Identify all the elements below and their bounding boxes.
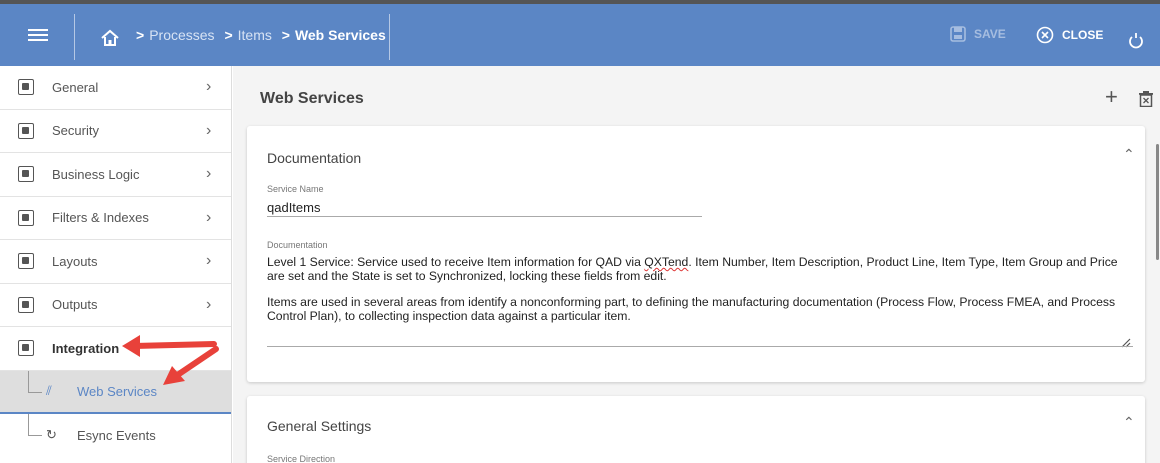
sidebar-item-label: Integration	[52, 340, 120, 356]
documentation-label: Documentation	[267, 240, 328, 250]
sidebar-subitem-label: Esync Events	[77, 427, 156, 443]
main-content: Web Services + Documentation ⌃ Service N…	[233, 66, 1160, 463]
documentation-textarea[interactable]: Level 1 Service: Service used to receive…	[267, 255, 1137, 336]
save-button[interactable]: SAVE	[950, 26, 1006, 42]
chevron-right-icon: ›	[206, 295, 212, 313]
gear-folder-icon	[18, 79, 34, 96]
doc-paragraph-1-prefix: Level 1 Service: Service used to receive…	[267, 255, 645, 269]
close-circle-icon	[1036, 26, 1054, 44]
sidebar-subitem-web-services[interactable]: ⫽ Web Services	[0, 370, 231, 414]
sidebar-item-integration[interactable]: Integration	[0, 327, 231, 371]
page-title: Web Services	[260, 90, 364, 107]
breadcrumb: > Processes > Items > Web Services	[136, 27, 386, 43]
tree-connector	[28, 413, 42, 436]
service-name-field[interactable]: qadItems	[267, 200, 320, 215]
documentation-card-title: Documentation	[267, 150, 362, 166]
general-settings-card: General Settings ⌃ Service Direction	[247, 396, 1145, 463]
sidebar-item-label: Filters & Indexes	[52, 210, 149, 226]
home-icon[interactable]	[100, 28, 120, 48]
sidebar-subitem-esync-events[interactable]: ↻ Esync Events	[0, 413, 231, 457]
sidebar-item-general[interactable]: General ›	[0, 66, 231, 110]
sidebar-item-security[interactable]: Security ›	[0, 110, 231, 153]
chevron-right-icon: ›	[206, 252, 212, 270]
integration-folder-icon	[18, 340, 34, 357]
general-settings-title: General Settings	[267, 418, 372, 434]
sidebar-item-label: Security	[52, 123, 99, 139]
breadcrumb-current: Web Services	[294, 27, 386, 43]
documentation-underline	[267, 346, 1133, 347]
chevron-right-icon: ›	[206, 165, 212, 183]
sidebar-item-label: Outputs	[52, 297, 98, 313]
layout-folder-icon	[18, 253, 34, 270]
add-icon[interactable]: +	[1105, 84, 1118, 110]
sidebar-item-label: Layouts	[52, 253, 98, 269]
wireless-icon: ⫽	[46, 383, 52, 398]
breadcrumb-items[interactable]: Items	[238, 27, 272, 43]
close-label: CLOSE	[1062, 28, 1104, 42]
chevron-right-icon: ›	[206, 208, 212, 226]
sidebar-item-business-logic[interactable]: Business Logic ›	[0, 153, 231, 197]
save-icon	[950, 26, 966, 42]
service-direction-label: Service Direction	[267, 454, 336, 463]
sidebar-item-layouts[interactable]: Layouts ›	[0, 240, 231, 284]
close-button[interactable]: CLOSE	[1036, 26, 1103, 44]
sidebar-item-label: General	[52, 79, 99, 95]
divider	[389, 14, 390, 60]
doc-spellcheck-word: QXTend	[644, 255, 689, 269]
scrollbar[interactable]	[1156, 144, 1159, 260]
chevron-up-icon[interactable]: ⌃	[1123, 146, 1135, 163]
lock-folder-icon	[18, 122, 34, 139]
sidebar-item-label: Business Logic	[52, 166, 140, 182]
chevron-right-icon: ›	[206, 78, 212, 96]
service-name-underline	[267, 216, 702, 217]
sidebar-item-outputs[interactable]: Outputs ›	[0, 284, 231, 327]
delete-icon[interactable]	[1139, 91, 1153, 107]
doc-paragraph-2: Items are used in several areas from ide…	[267, 295, 1116, 323]
top-bar: > Processes > Items > Web Services SAVE CLO…	[0, 0, 1160, 66]
sidebar-subitem-label: Web Services	[77, 383, 157, 399]
service-name-label: Service Name	[267, 184, 324, 194]
sidebar-item-filters-indexes[interactable]: Filters & Indexes ›	[0, 197, 231, 240]
sync-icon: ↻	[46, 427, 57, 442]
chevron-right-icon: ›	[206, 121, 212, 139]
refresh-icon[interactable]	[1127, 32, 1145, 50]
hamburger-menu-icon[interactable]	[28, 26, 48, 46]
chevron-up-icon[interactable]: ⌃	[1123, 414, 1135, 431]
output-folder-icon	[18, 296, 34, 313]
tree-connector	[28, 370, 42, 393]
save-label: SAVE	[974, 27, 1006, 41]
divider	[74, 14, 75, 60]
sidebar: General › Security › Business Logic › Fi…	[0, 66, 232, 463]
filter-folder-icon	[18, 209, 34, 226]
chart-folder-icon	[18, 166, 34, 183]
breadcrumb-processes[interactable]: Processes	[149, 27, 214, 43]
documentation-card: Documentation ⌃ Service Name qadItems Do…	[247, 126, 1145, 382]
